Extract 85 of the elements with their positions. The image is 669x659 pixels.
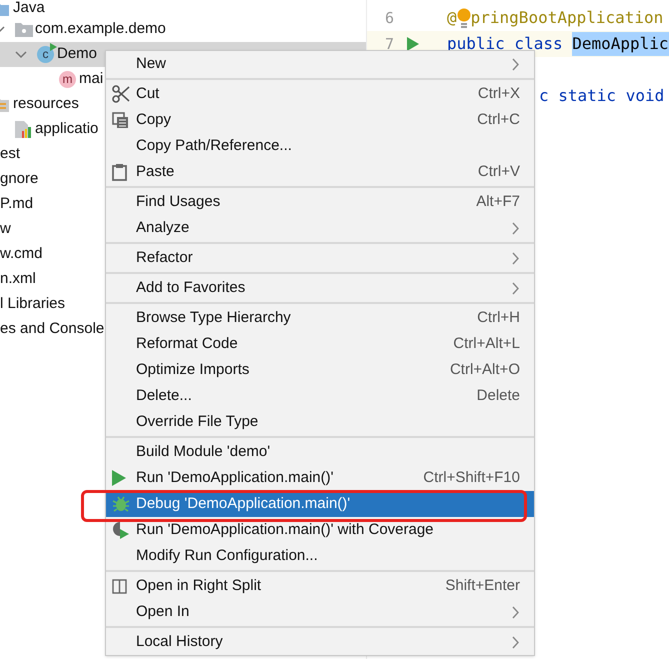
shortcut-label: Delete	[476, 386, 520, 406]
menu-item-label: Refactor	[136, 248, 193, 268]
shortcut-label: Alt+F7	[476, 192, 520, 212]
run-gutter-icon[interactable]	[407, 37, 419, 51]
menu-item[interactable]: Build Module 'demo'	[106, 439, 534, 465]
menu-item-label: Browse Type Hierarchy	[136, 308, 291, 328]
tree-item-label: n.xml	[0, 269, 36, 290]
tree-item-label: Demo	[57, 44, 98, 64]
menu-item-label: Open in Right Split	[136, 576, 262, 596]
menu-item[interactable]: Modify Run Configuration...	[106, 543, 534, 569]
menu-item[interactable]: Analyze	[106, 215, 534, 241]
menu-item-label: Paste	[136, 162, 174, 182]
menu-item-label: Build Module 'demo'	[136, 442, 270, 462]
menu-item[interactable]: Run 'DemoApplication.main()' with Coverage	[106, 517, 534, 543]
menu-item-label: Run 'DemoApplication.main()'	[136, 468, 334, 488]
menu-item-label: Local History	[136, 632, 223, 652]
shortcut-label: Ctrl+V	[478, 162, 520, 182]
menu-item[interactable]: Cut Ctrl+X	[106, 81, 534, 107]
menu-item-label: Delete...	[136, 386, 192, 406]
tree-item-label: l Libraries	[0, 294, 66, 314]
tree-item-label: resources	[13, 94, 79, 114]
tree-item-label: w.cmd	[0, 244, 43, 264]
clipboard-icon	[112, 163, 127, 181]
scissors-icon	[112, 85, 130, 103]
menu-item[interactable]: Refactor	[106, 245, 534, 271]
tree-item-label: P.md	[0, 194, 34, 214]
tree-item-label: mai	[79, 69, 104, 90]
class-icon: c	[37, 46, 54, 63]
menu-item-label: Add to Favorites	[136, 278, 246, 298]
menu-item[interactable]: Copy Path/Reference...	[106, 133, 534, 159]
menu-item[interactable]: Copy Ctrl+C	[106, 107, 534, 133]
code-text: pringBootApplication	[470, 7, 664, 29]
shortcut-label: Shift+Enter	[445, 576, 520, 596]
bug-icon	[112, 495, 130, 513]
menu-item-label: Find Usages	[136, 192, 220, 212]
menu-item-label: New	[136, 54, 166, 74]
menu-item-label: Copy Path/Reference...	[136, 136, 292, 156]
menu-item-label: Optimize Imports	[136, 360, 250, 380]
tree-item-label: est	[0, 144, 20, 164]
menu-item[interactable]: Local History	[106, 629, 534, 655]
tree-item-label: applicatio	[35, 119, 98, 140]
tree-item-label: es and Console	[0, 319, 104, 340]
menu-item[interactable]: Add to Favorites	[106, 275, 534, 301]
line-number: 6	[384, 8, 394, 29]
split-view-icon	[112, 578, 127, 594]
shortcut-label: Ctrl+X	[478, 84, 520, 104]
menu-item[interactable]: Reformat Code Ctrl+Alt+L	[106, 331, 534, 357]
method-icon: m	[59, 71, 76, 88]
shortcut-label: Ctrl+Alt+L	[453, 334, 520, 354]
menu-item-label: Reformat Code	[136, 334, 238, 354]
tree-item-label: gnore	[0, 169, 38, 190]
menu-item[interactable]: Override File Type	[106, 409, 534, 435]
menu-item-label: Cut	[136, 84, 160, 104]
menu-item[interactable]: Browse Type Hierarchy Ctrl+H	[106, 305, 534, 331]
menu-item-label: Debug 'DemoApplication.main()'	[136, 494, 350, 514]
config-file-icon	[15, 121, 31, 138]
menu-item[interactable]: Open In	[106, 599, 534, 625]
code-text: @	[447, 7, 457, 29]
tree-item-label: w	[0, 219, 11, 240]
menu-item[interactable]: Optimize Imports Ctrl+Alt+O	[106, 357, 534, 383]
shortcut-label: Ctrl+H	[477, 308, 520, 328]
package-folder-icon	[15, 22, 33, 37]
menu-item-label: Run 'DemoApplication.main()' with Coverage	[136, 520, 434, 540]
shortcut-label: Ctrl+Alt+O	[450, 360, 520, 380]
menu-item-label: Open In	[136, 602, 190, 622]
menu-item[interactable]: Find Usages Alt+F7	[106, 189, 534, 215]
menu-item-label: Analyze	[136, 218, 190, 238]
menu-item-label: Override File Type	[136, 412, 258, 432]
coverage-run-icon	[112, 521, 130, 539]
lightbulb-icon[interactable]	[456, 7, 471, 29]
menu-item[interactable]: Open in Right Split Shift+Enter	[106, 573, 534, 599]
menu-item-label: Copy	[136, 110, 172, 130]
tree-item-label: Java	[13, 0, 45, 18]
shortcut-label: Ctrl+Shift+F10	[423, 468, 520, 488]
code-text: c static void	[539, 85, 664, 107]
run-icon	[112, 470, 126, 486]
menu-item[interactable]: Paste Ctrl+V	[106, 159, 534, 185]
menu-item[interactable]: Debug 'DemoApplication.main()'	[106, 491, 534, 517]
menu-item[interactable]: Run 'DemoApplication.main()' Ctrl+Shift+F10	[106, 465, 534, 491]
menu-item-label: Modify Run Configuration...	[136, 546, 318, 566]
copy-icon	[112, 112, 129, 128]
tree-item-label: com.example.demo	[35, 19, 166, 40]
menu-item[interactable]: Delete... Delete	[106, 383, 534, 409]
code-text: DemoApplic	[572, 32, 669, 56]
shortcut-label: Ctrl+C	[477, 110, 520, 130]
